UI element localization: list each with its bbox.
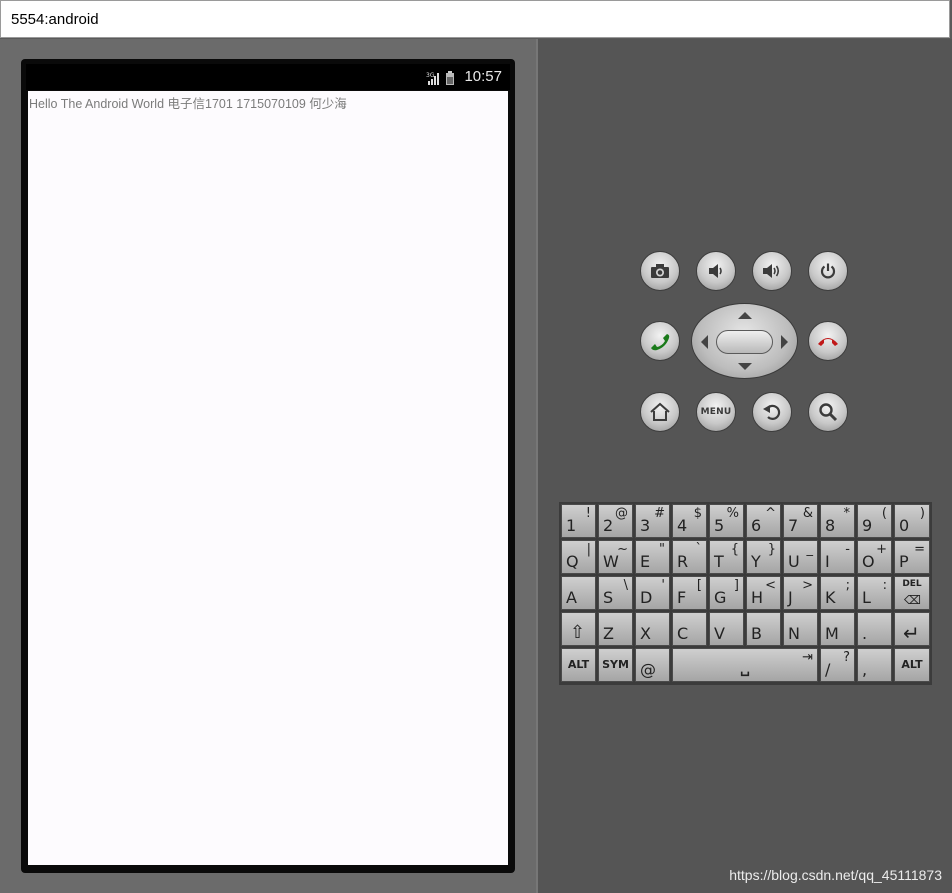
key-sym[interactable]: SYM	[598, 648, 633, 682]
key-3[interactable]: 3 #	[635, 504, 670, 538]
hello-text: Hello The Android World 电子信1701 17150701…	[29, 97, 347, 111]
signal-3g-icon: 3G	[426, 70, 444, 89]
key-4[interactable]: 4 $	[672, 504, 707, 538]
key-alt-right[interactable]: ALT	[894, 648, 930, 682]
hardware-keyboard: 1! 2 @ 3 # 4 $ 5% 6 ^ 7 & 8 * 9( 0) Q | W ~ E " R…	[559, 502, 932, 685]
key-comma[interactable]: ,	[857, 648, 892, 682]
end-call-icon	[818, 338, 838, 346]
key-p[interactable]: P =	[894, 540, 930, 574]
key-v[interactable]: V	[709, 612, 744, 646]
key-2[interactable]: 2 @	[598, 504, 633, 538]
key-n[interactable]: N	[783, 612, 818, 646]
volume-up-icon	[763, 264, 780, 278]
shift-icon: ⇧	[570, 622, 586, 643]
key-g[interactable]: G]	[709, 576, 744, 610]
key-r[interactable]: R `	[672, 540, 707, 574]
backspace-icon: ⌫	[904, 593, 921, 607]
svg-text:3G: 3G	[426, 72, 435, 79]
app-screen[interactable]: Hello The Android World 电子信1701 17150701…	[28, 91, 508, 865]
window-titlebar: 5554:android	[0, 0, 950, 38]
key-m[interactable]: M	[820, 612, 855, 646]
key-l[interactable]: L:	[857, 576, 892, 610]
search-icon	[819, 403, 838, 422]
menu-button[interactable]: MENU	[696, 392, 736, 432]
back-icon	[763, 404, 781, 420]
key-8[interactable]: 8 *	[820, 504, 855, 538]
key-alt-left[interactable]: ALT	[561, 648, 596, 682]
dpad-center-button[interactable]	[716, 330, 773, 354]
key-i[interactable]: I-	[820, 540, 855, 574]
key-at[interactable]: @	[635, 648, 670, 682]
dpad[interactable]	[691, 303, 798, 379]
key-7[interactable]: 7 &	[783, 504, 818, 538]
tab-icon: ⇥	[802, 650, 813, 665]
camera-button[interactable]	[640, 251, 680, 291]
key-9[interactable]: 9(	[857, 504, 892, 538]
status-time: 10:57	[464, 68, 502, 85]
dpad-right-icon[interactable]	[781, 335, 788, 349]
key-u[interactable]: U _	[783, 540, 818, 574]
emulator-controls-panel	[538, 39, 952, 893]
dpad-left-icon[interactable]	[701, 335, 708, 349]
enter-icon: ↵	[903, 621, 920, 645]
call-icon	[651, 334, 670, 351]
key-o[interactable]: O +	[857, 540, 892, 574]
search-button[interactable]	[808, 392, 848, 432]
key-b[interactable]: B	[746, 612, 781, 646]
key-c[interactable]: C	[672, 612, 707, 646]
key-d[interactable]: D '	[635, 576, 670, 610]
key-1[interactable]: 1!	[561, 504, 596, 538]
key-f[interactable]: F[	[672, 576, 707, 610]
end-call-button[interactable]	[808, 321, 848, 361]
power-icon	[820, 263, 836, 279]
volume-down-button[interactable]	[696, 251, 736, 291]
power-button[interactable]	[808, 251, 848, 291]
key-k[interactable]: K;	[820, 576, 855, 610]
volume-down-icon	[709, 264, 722, 278]
menu-label: MENU	[700, 407, 732, 417]
camera-icon	[651, 264, 669, 278]
volume-up-button[interactable]	[752, 251, 792, 291]
watermark: https://blog.csdn.net/qq_45111873	[729, 867, 942, 883]
call-button[interactable]	[640, 321, 680, 361]
window-title: 5554:android	[11, 11, 99, 28]
key-x[interactable]: X	[635, 612, 670, 646]
home-button[interactable]	[640, 392, 680, 432]
key-enter[interactable]: ↵	[894, 612, 930, 646]
key-q[interactable]: Q |	[561, 540, 596, 574]
key-shift[interactable]: ⇧	[561, 612, 596, 646]
key-period[interactable]: .	[857, 612, 892, 646]
key-0[interactable]: 0)	[894, 504, 930, 538]
key-6[interactable]: 6 ^	[746, 504, 781, 538]
key-del[interactable]: DEL ⌫	[894, 576, 930, 610]
key-e[interactable]: E "	[635, 540, 670, 574]
battery-icon	[446, 70, 454, 89]
dpad-up-icon[interactable]	[738, 312, 752, 319]
key-j[interactable]: J >	[783, 576, 818, 610]
space-icon: ␣	[739, 661, 751, 677]
key-space[interactable]: ␣ ⇥	[672, 648, 818, 682]
key-w[interactable]: W ~	[598, 540, 633, 574]
key-a[interactable]: A	[561, 576, 596, 610]
key-t[interactable]: T{	[709, 540, 744, 574]
key-5[interactable]: 5%	[709, 504, 744, 538]
key-h[interactable]: H <	[746, 576, 781, 610]
back-button[interactable]	[752, 392, 792, 432]
status-bar: 3G 10:57	[26, 64, 510, 90]
key-slash[interactable]: /?	[820, 648, 855, 682]
key-s[interactable]: S \	[598, 576, 633, 610]
home-icon	[650, 402, 670, 421]
key-z[interactable]: Z	[598, 612, 633, 646]
key-y[interactable]: Y}	[746, 540, 781, 574]
dpad-down-icon[interactable]	[738, 363, 752, 370]
